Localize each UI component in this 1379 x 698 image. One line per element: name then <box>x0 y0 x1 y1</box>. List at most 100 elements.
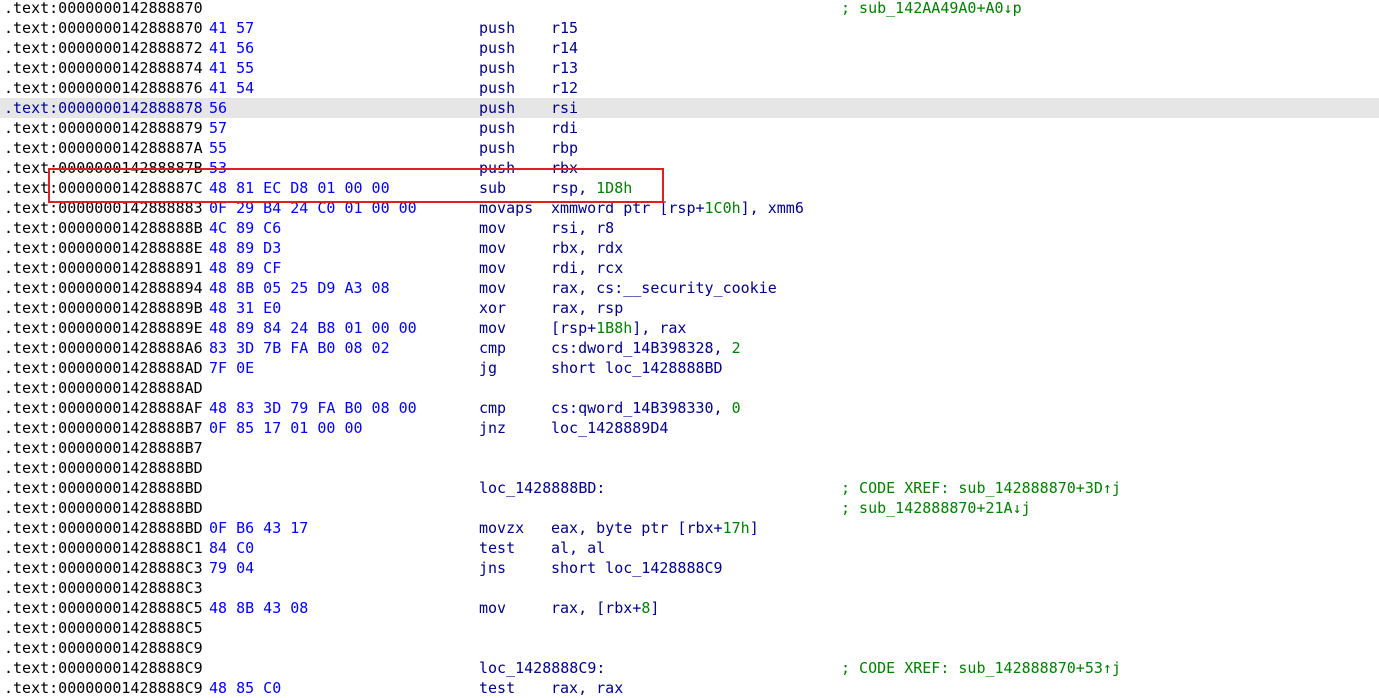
listing-row[interactable]: .text:000000014288888B 4C 89 C6 mov rsi, r8 <box>0 218 1379 238</box>
instruction-mnemonic[interactable]: cmp <box>479 338 506 358</box>
instruction-operands[interactable]: xmmword ptr [rsp+1C0h], xmm6 <box>551 198 804 218</box>
address-label[interactable]: .text:00000001428888C3 <box>4 558 203 578</box>
address-label[interactable]: .text:00000001428888C5 <box>4 618 203 638</box>
listing-row[interactable]: .text:00000001428888BD ; sub_142888870+21… <box>0 498 1379 518</box>
instruction-operands[interactable]: short loc_1428888BD <box>551 358 723 378</box>
instruction-mnemonic[interactable]: mov <box>479 238 506 258</box>
address-label[interactable]: .text:00000001428888B7 <box>4 418 203 438</box>
listing-row[interactable]: .text:000000014288888E 48 89 D3 mov rbx, rd… <box>0 238 1379 258</box>
listing-row[interactable]: .text:00000001428888BD <box>0 458 1379 478</box>
code-label[interactable]: loc_1428888BD: <box>479 478 605 498</box>
xref-comment[interactable]: ; CODE XREF: sub_142888870+53↑j <box>841 658 1121 678</box>
address-label[interactable]: .text:00000001428888C9 <box>4 678 203 698</box>
listing-row[interactable]: .text:000000014288889E 48 89 84 24 B8 01 … <box>0 318 1379 338</box>
address-label[interactable]: .text:000000014288888E <box>4 238 203 258</box>
instruction-operands[interactable]: rax, cs:__security_cookie <box>551 278 777 298</box>
instruction-operands[interactable]: rbx <box>551 158 578 178</box>
listing-row[interactable]: .text:0000000142888891 48 89 CF mov rdi, rc… <box>0 258 1379 278</box>
instruction-mnemonic[interactable]: push <box>479 18 515 38</box>
instruction-operands[interactable]: r14 <box>551 38 578 58</box>
disassembly-listing[interactable]: .text:0000000142888870 ; sub_142AA49A0+A0… <box>0 0 1379 698</box>
xref-comment[interactable]: ; CODE XREF: sub_142888870+3D↑j <box>841 478 1121 498</box>
address-label[interactable]: .text:0000000142888894 <box>4 278 203 298</box>
address-label[interactable]: .text:0000000142888872 <box>4 38 203 58</box>
instruction-mnemonic[interactable]: push <box>479 98 515 118</box>
listing-row[interactable]: .text:0000000142888894 48 8B 05 25 D9 A3 … <box>0 278 1379 298</box>
instruction-operands[interactable]: rsi <box>551 98 578 118</box>
address-label[interactable]: .text:00000001428888C5 <box>4 598 203 618</box>
instruction-operands[interactable]: rax, rax <box>551 678 623 698</box>
listing-row[interactable]: .text:00000001428888C9 48 85 C0 test rax, r… <box>0 678 1379 698</box>
instruction-operands[interactable]: rsi, r8 <box>551 218 614 238</box>
listing-row[interactable]: .text:00000001428888C5 <box>0 618 1379 638</box>
instruction-operands[interactable]: rsp, 1D8h <box>551 178 632 198</box>
instruction-operands[interactable]: r15 <box>551 18 578 38</box>
address-label[interactable]: .text:0000000142888874 <box>4 58 203 78</box>
listing-row[interactable]: .text:00000001428888C9 loc_1428888C9: ; CO… <box>0 658 1379 678</box>
instruction-operands[interactable]: cs:qword_14B398330, 0 <box>551 398 741 418</box>
address-label[interactable]: .text:0000000142888878 <box>4 98 203 118</box>
listing-row[interactable]: .text:0000000142888870 41 57 push r15 <box>0 18 1379 38</box>
address-label[interactable]: .text:00000001428888C9 <box>4 658 203 678</box>
instruction-mnemonic[interactable]: jg <box>479 358 497 378</box>
address-label[interactable]: .text:00000001428888C9 <box>4 638 203 658</box>
listing-row[interactable]: .text:000000014288887B 53 push rbx <box>0 158 1379 178</box>
listing-row[interactable]: .text:0000000142888883 0F 29 B4 24 C0 01 … <box>0 198 1379 218</box>
address-label[interactable]: .text:000000014288887B <box>4 158 203 178</box>
listing-row[interactable]: .text:0000000142888872 41 56 push r14 <box>0 38 1379 58</box>
address-label[interactable]: .text:00000001428888C1 <box>4 538 203 558</box>
instruction-mnemonic[interactable]: jnz <box>479 418 506 438</box>
listing-row[interactable]: .text:00000001428888BD loc_1428888BD: ; CO… <box>0 478 1379 498</box>
address-label[interactable]: .text:000000014288889B <box>4 298 203 318</box>
listing-row[interactable]: .text:00000001428888BD 0F B6 43 17 movzx ea… <box>0 518 1379 538</box>
instruction-operands[interactable]: al, al <box>551 538 605 558</box>
address-label[interactable]: .text:00000001428888AF <box>4 398 203 418</box>
address-label[interactable]: .text:0000000142888870 <box>4 18 203 38</box>
xref-comment[interactable]: ; sub_142AA49A0+A0↓p <box>841 0 1022 18</box>
address-label[interactable]: .text:000000014288887A <box>4 138 203 158</box>
instruction-mnemonic[interactable]: push <box>479 78 515 98</box>
instruction-mnemonic[interactable]: push <box>479 158 515 178</box>
instruction-mnemonic[interactable]: push <box>479 118 515 138</box>
instruction-operands[interactable]: short loc_1428888C9 <box>551 558 723 578</box>
instruction-mnemonic[interactable]: mov <box>479 258 506 278</box>
address-label[interactable]: .text:00000001428888BD <box>4 458 203 478</box>
instruction-mnemonic[interactable]: movzx <box>479 518 524 538</box>
current-line[interactable]: .text:0000000142888878 56 push rsi <box>0 98 1379 118</box>
instruction-operands[interactable]: cs:dword_14B398328, 2 <box>551 338 741 358</box>
address-label[interactable]: .text:00000001428888BD <box>4 498 203 518</box>
address-label[interactable]: .text:00000001428888A6 <box>4 338 203 358</box>
address-label[interactable]: .text:0000000142888870 <box>4 0 203 18</box>
address-label[interactable]: .text:0000000142888879 <box>4 118 203 138</box>
instruction-mnemonic[interactable]: test <box>479 678 515 698</box>
listing-row[interactable]: .text:0000000142888874 41 55 push r13 <box>0 58 1379 78</box>
instruction-mnemonic[interactable]: push <box>479 38 515 58</box>
listing-row[interactable]: .text:00000001428888AF 48 83 3D 79 FA B0 … <box>0 398 1379 418</box>
listing-row[interactable]: .text:00000001428888C9 <box>0 638 1379 658</box>
instruction-mnemonic[interactable]: push <box>479 58 515 78</box>
address-label[interactable]: .text:0000000142888883 <box>4 198 203 218</box>
code-label[interactable]: loc_1428888C9: <box>479 658 605 678</box>
instruction-mnemonic[interactable]: movaps <box>479 198 533 218</box>
listing-row[interactable]: .text:00000001428888C1 84 C0 test al, al <box>0 538 1379 558</box>
instruction-mnemonic[interactable]: cmp <box>479 398 506 418</box>
xref-comment[interactable]: ; sub_142888870+21A↓j <box>841 498 1031 518</box>
listing-row[interactable]: .text:0000000142888879 57 push rdi <box>0 118 1379 138</box>
address-label[interactable]: .text:0000000142888891 <box>4 258 203 278</box>
instruction-operands[interactable]: eax, byte ptr [rbx+17h] <box>551 518 759 538</box>
instruction-operands[interactable]: r13 <box>551 58 578 78</box>
instruction-mnemonic[interactable]: test <box>479 538 515 558</box>
listing-row[interactable]: .text:00000001428888A6 83 3D 7B FA B0 08 … <box>0 338 1379 358</box>
instruction-operands[interactable]: rbp <box>551 138 578 158</box>
instruction-operands[interactable]: rax, rsp <box>551 298 623 318</box>
instruction-mnemonic[interactable]: mov <box>479 318 506 338</box>
listing-row[interactable]: .text:00000001428888C3 <box>0 578 1379 598</box>
instruction-operands[interactable]: [rsp+1B8h], rax <box>551 318 686 338</box>
listing-row[interactable]: .text:00000001428888B7 <box>0 438 1379 458</box>
listing-row[interactable]: .text:0000000142888870 ; sub_142AA49A0+A0… <box>0 0 1379 18</box>
instruction-mnemonic[interactable]: xor <box>479 298 506 318</box>
instruction-operands[interactable]: rax, [rbx+8] <box>551 598 659 618</box>
instruction-operands[interactable]: rbx, rdx <box>551 238 623 258</box>
address-label[interactable]: .text:0000000142888876 <box>4 78 203 98</box>
address-label[interactable]: .text:00000001428888B7 <box>4 438 203 458</box>
